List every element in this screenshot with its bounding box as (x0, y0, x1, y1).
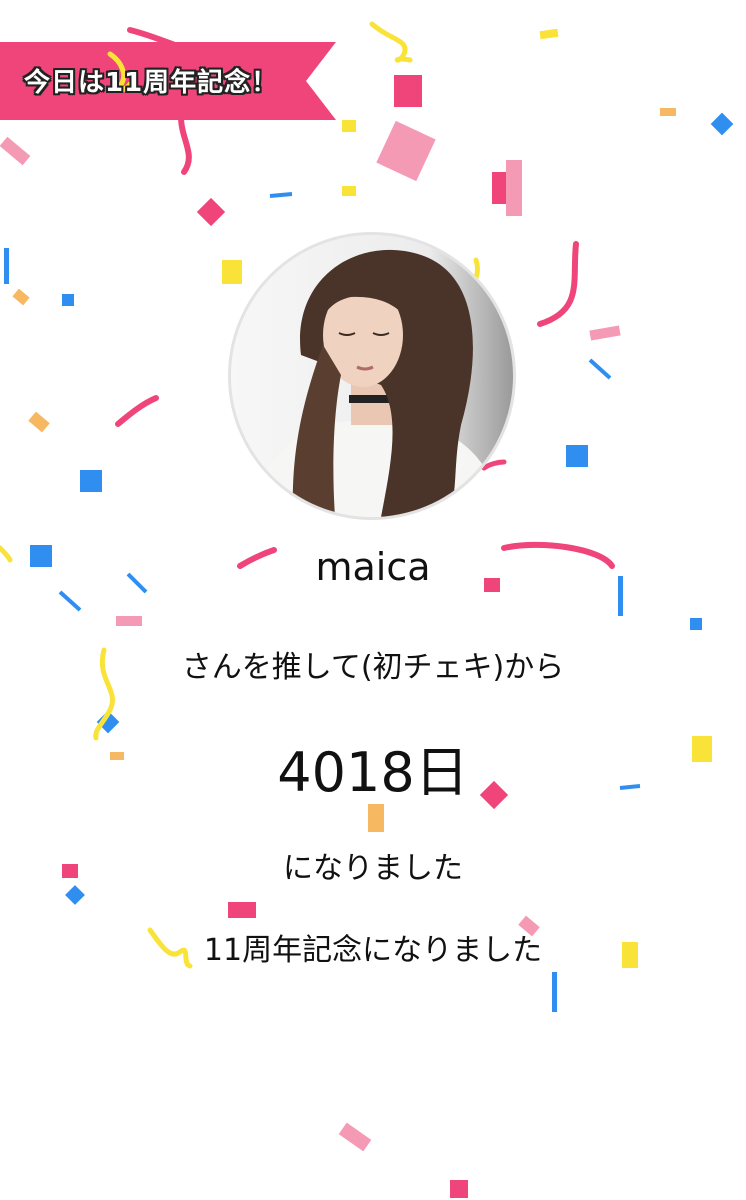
confetti-piece (228, 902, 256, 918)
confetti-streamer (473, 257, 480, 281)
confetti-streamer (369, 21, 413, 63)
banner-title: 今日は11周年記念！ (24, 68, 279, 98)
confetti-piece (12, 288, 30, 306)
confetti-piece (222, 260, 242, 284)
confetti-piece (566, 445, 588, 467)
confetti-piece (376, 120, 436, 182)
since-text: さんを推して(初チェキ)から (181, 650, 565, 685)
confetti-piece (338, 1122, 372, 1152)
confetti-piece (58, 590, 82, 612)
confetti-piece (690, 618, 702, 630)
confetti-piece (116, 616, 142, 626)
confetti-streamer (115, 395, 159, 427)
confetti-piece (65, 885, 85, 905)
confetti-piece (342, 186, 356, 196)
confetti-piece (710, 112, 734, 136)
confetti-piece (342, 120, 356, 132)
confetti-piece (368, 804, 384, 832)
confetti-piece (660, 108, 676, 116)
confetti-background (0, 21, 734, 1198)
confetti-piece (450, 1180, 468, 1198)
confetti-piece (269, 192, 293, 198)
confetti-piece (62, 294, 74, 306)
became-text: になりました (283, 851, 463, 886)
confetti-piece (506, 160, 522, 216)
confetti-piece (552, 972, 557, 1012)
confetti-piece (80, 470, 102, 492)
confetti-streamer (481, 459, 507, 471)
confetti-piece (589, 325, 621, 341)
confetti-piece (0, 136, 31, 166)
profile-name: maica (315, 545, 431, 589)
confetti-piece (394, 75, 422, 107)
confetti-piece (539, 28, 559, 40)
day-count: 4018日 (277, 741, 469, 804)
confetti-piece (4, 248, 9, 284)
profile-photo (231, 235, 513, 517)
confetti-piece (196, 197, 226, 227)
confetti-piece (28, 411, 50, 433)
confetti-piece (588, 358, 612, 380)
confetti-streamer (537, 241, 579, 327)
avatar[interactable] (228, 232, 516, 520)
anniversary-text: 11周年記念になりました (203, 933, 543, 968)
